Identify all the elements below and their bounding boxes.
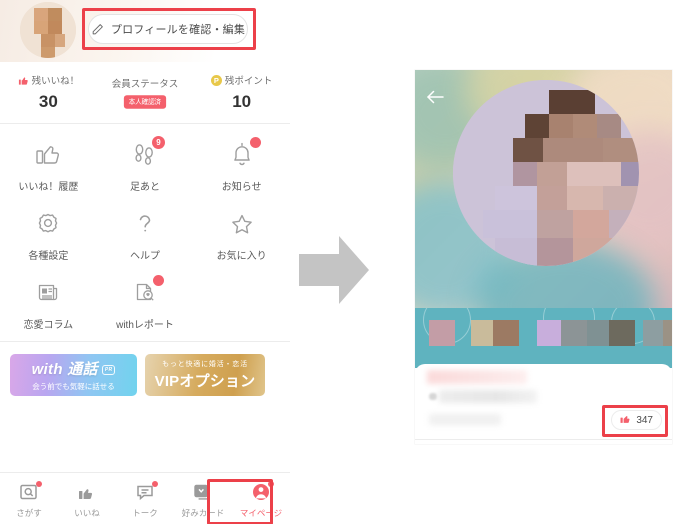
menu-item-label: お気に入り <box>216 251 267 262</box>
profile-photo-avatar[interactable] <box>453 80 639 266</box>
menu-item-footprints[interactable]: 9 足あと <box>97 136 194 193</box>
tab-label: トーク <box>132 507 158 518</box>
like-count-button[interactable]: 347 <box>611 410 662 430</box>
menu-grid: いいね！履歴 9 足あと お知らせ 各種設定 ヘルプ お気に入り 恋愛コラム w… <box>0 124 290 342</box>
stats-row: 残いいね！ 30 会員ステータス 本人確認済 P 残ポイント 10 <box>0 62 290 124</box>
bell-icon <box>225 137 261 170</box>
tab-badge-dot <box>36 480 42 487</box>
menu-item-label: 各種設定 <box>28 251 69 262</box>
profile-name-redacted <box>427 370 527 384</box>
banner-vip-option[interactable]: もっと快適に婚活・恋活 VIPオプション <box>145 354 265 396</box>
menu-item-label: お知らせ <box>221 182 262 193</box>
edit-profile-label: プロフィールを確認・編集 <box>110 24 246 36</box>
menu-item-like-history[interactable]: いいね！履歴 <box>0 138 97 193</box>
stat-value: 10 <box>232 92 252 111</box>
menu-item-label: 足あと <box>129 182 160 193</box>
report-search-icon <box>128 275 164 308</box>
right-arrow-icon <box>297 234 371 306</box>
profile-photo-area <box>415 70 672 368</box>
tab-label: さがす <box>16 507 42 518</box>
banner-subtitle: VIPオプション <box>154 373 256 390</box>
thumbs-up-icon <box>77 483 97 502</box>
stat-remaining-likes[interactable]: 残いいね！ 30 <box>0 62 97 123</box>
profile-tag-redacted <box>429 414 501 425</box>
banner-title: with 通話 PR <box>32 358 116 379</box>
status-badge: 本人確認済 <box>124 95 166 109</box>
promo-banners: with 通話 PR 会う前でも気軽に話せる もっと快適に婚活・恋活 VIPオプシ… <box>0 342 290 396</box>
newspaper-icon <box>31 276 65 308</box>
menu-item-with-report[interactable]: withレポート <box>97 275 194 331</box>
menu-item-settings[interactable]: 各種設定 <box>0 207 97 262</box>
gear-icon <box>31 207 65 239</box>
stat-remaining-points[interactable]: P 残ポイント 10 <box>193 62 290 123</box>
menu-badge-dot <box>249 137 261 148</box>
tab-my-page[interactable]: マイページ <box>232 479 290 519</box>
menu-item-favorites[interactable]: お気に入り <box>193 207 290 262</box>
profile-subtitle-redacted <box>439 390 537 403</box>
avatar[interactable] <box>20 2 76 58</box>
tab-search[interactable]: さがす <box>0 479 58 519</box>
menu-item-love-column[interactable]: 恋愛コラム <box>0 276 97 331</box>
menu-item-notifications[interactable]: お知らせ <box>193 137 290 193</box>
back-arrow-icon[interactable] <box>427 90 444 104</box>
stat-label-wrap: 会員ステータス <box>112 76 179 90</box>
location-icon-redacted <box>429 393 437 400</box>
footprints-icon: 9 <box>128 136 165 170</box>
search-card-icon <box>19 480 42 502</box>
profile-header: プロフィールを確認・編集 <box>0 0 290 62</box>
bottom-tab-bar: さがす いいね トーク 好みカード マイページ <box>0 472 290 524</box>
tab-label: いいね <box>74 507 100 518</box>
thumbs-up-icon <box>620 411 632 429</box>
edit-profile-button[interactable]: プロフィールを確認・編集 <box>88 14 248 44</box>
question-mark-icon <box>128 207 162 239</box>
star-icon <box>225 207 259 239</box>
stat-label-text: 残いいね！ <box>31 76 80 87</box>
thumbs-up-icon <box>18 75 29 86</box>
photo-thumbnail-strip[interactable] <box>415 308 672 368</box>
stat-value: 30 <box>38 92 58 111</box>
pr-tag: PR <box>101 365 116 376</box>
stat-label-wrap: 残いいね！ <box>18 73 80 87</box>
menu-item-label: ヘルプ <box>129 251 160 262</box>
tab-likes[interactable]: いいね <box>58 479 116 519</box>
banner-title: もっと快適に婚活・恋活 <box>162 361 248 368</box>
cards-icon <box>193 483 213 502</box>
menu-badge-dot <box>152 275 164 286</box>
chat-icon <box>135 480 158 502</box>
menu-item-help[interactable]: ヘルプ <box>97 207 194 262</box>
stat-label-text: 残ポイント <box>224 76 273 87</box>
tab-talk[interactable]: トーク <box>116 479 174 519</box>
menu-badge: 9 <box>151 136 165 149</box>
banner-subtitle: 会う前でも気軽に話せる <box>32 382 115 391</box>
point-coin-icon: P <box>210 74 222 86</box>
tab-label: 好みカード <box>181 507 225 518</box>
stat-label-wrap: P 残ポイント <box>210 73 273 87</box>
profile-info-card: 347 <box>415 364 672 440</box>
stat-label-text: 会員ステータス <box>111 79 179 90</box>
my-page-person-icon <box>251 480 274 502</box>
menu-item-label: いいね！履歴 <box>18 182 79 193</box>
banner-with-call[interactable]: with 通話 PR 会う前でも気軽に話せる <box>10 354 137 396</box>
tab-label: マイページ <box>239 507 283 518</box>
stat-member-status[interactable]: 会員ステータス 本人確認済 <box>97 62 194 123</box>
thumbs-up-icon <box>31 138 65 170</box>
tab-badge-dot <box>152 480 158 487</box>
tab-badge-dot <box>268 480 274 487</box>
menu-item-label: 恋愛コラム <box>23 320 74 331</box>
like-count-value: 347 <box>636 414 653 426</box>
pencil-icon <box>91 23 104 36</box>
tab-preference-cards[interactable]: 好みカード <box>174 479 232 519</box>
card-divider <box>415 439 672 440</box>
my-page-screen: プロフィールを確認・編集 残いいね！ 30 会員ステータス 本人確認済 P 残ポ… <box>0 0 290 524</box>
menu-item-label: withレポート <box>116 320 174 331</box>
profile-detail-screen: 347 <box>415 70 672 444</box>
